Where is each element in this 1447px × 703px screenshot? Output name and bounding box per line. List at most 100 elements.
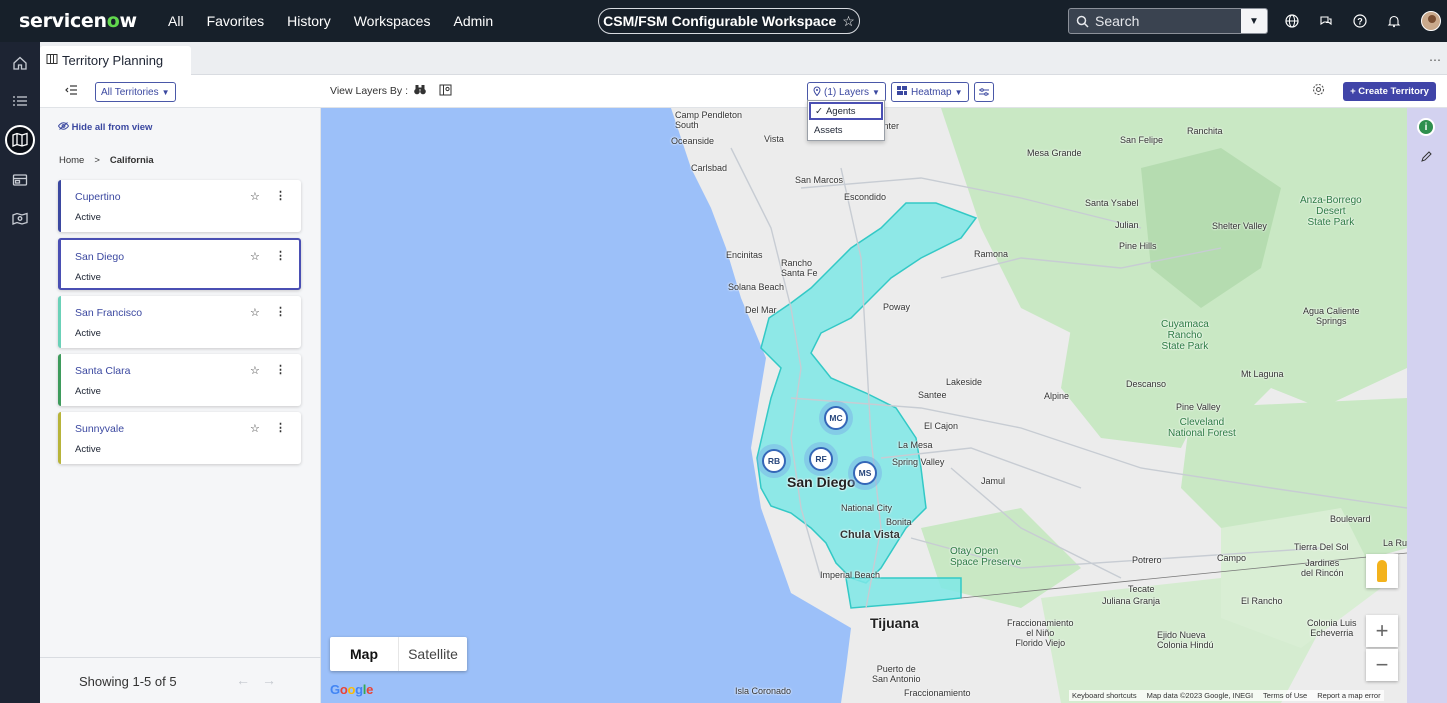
map-label: Agua Caliente Springs [1303,306,1360,326]
territory-status: Active [75,444,101,455]
territory-status: Active [75,386,101,397]
favorite-star-icon[interactable]: ☆ [250,364,260,377]
favorite-star-icon[interactable]: ☆ [250,250,260,263]
tab-territory-planning[interactable]: Territory Planning [40,46,191,75]
map-view-icon[interactable] [439,84,452,99]
favorite-star-icon[interactable]: ☆ [250,422,260,435]
top-nav-bar: servicenow All Favorites History Workspa… [0,0,1447,42]
search-icon [1069,15,1095,28]
user-avatar[interactable] [1421,11,1441,31]
territory-card[interactable]: Sunnyvale Active ☆ ⋮ [58,412,301,464]
more-options-icon[interactable]: ⋮ [275,249,286,262]
search-input[interactable]: Search [1095,13,1241,29]
zoom-out-button[interactable]: − [1366,649,1398,681]
tab-bar: Territory Planning ⋯ [40,42,1447,75]
nav-admin[interactable]: Admin [453,13,493,29]
territory-filter-label: All Territories [101,86,159,98]
map-label: Cuyamaca Rancho State Park [1161,319,1209,352]
breadcrumb-home[interactable]: Home [59,155,84,166]
layers-label: (1) Layers [824,86,870,98]
territory-name[interactable]: Santa Clara [75,365,130,377]
search-scope-dropdown[interactable]: ▼ [1241,9,1267,33]
territory-card[interactable]: Santa Clara Active ☆ ⋮ [58,354,301,406]
nav-history[interactable]: History [287,13,331,29]
agent-pin-rb[interactable]: RB [762,449,786,473]
nav-workspaces[interactable]: Workspaces [354,13,431,29]
global-search[interactable]: Search ▼ [1068,8,1268,34]
more-options-icon[interactable]: ⋮ [275,189,286,202]
report-error-link[interactable]: Report a map error [1317,691,1380,700]
agent-pin-ms[interactable]: MS [853,461,877,485]
more-options-icon[interactable]: ⋮ [275,305,286,318]
map-type-toggle: Map Satellite [330,637,467,671]
info-icon[interactable]: i [1417,118,1435,136]
filter-adjust-icon[interactable] [974,82,994,102]
more-tabs-icon[interactable]: ⋯ [1429,53,1441,67]
map-label: Jardines del Rincón [1301,558,1344,578]
layers-dropdown[interactable]: (1) Layers ▼ [807,82,886,102]
chat-icon[interactable] [1316,11,1336,31]
agent-pin-rf[interactable]: RF [809,447,833,471]
pagination-footer: Showing 1-5 of 5 ← → [40,657,321,703]
territory-map-icon[interactable] [5,125,35,155]
map-label: San Marcos [795,175,844,185]
list-icon[interactable] [9,90,31,112]
help-icon[interactable]: ? [1350,11,1370,31]
next-page-icon[interactable]: → [262,672,276,688]
layer-option-assets[interactable]: Assets [808,121,884,140]
layer-option-agents[interactable]: ✓ Agents [809,102,883,120]
map-label: Del Mar [745,305,777,315]
breadcrumb: Home > California [59,155,154,166]
workspace-pill[interactable]: CSM/FSM Configurable Workspace ☆ [598,8,860,34]
create-territory-button[interactable]: + Create Territory [1343,82,1436,101]
territory-filter-dropdown[interactable]: All Territories ▼ [95,82,176,102]
territory-map[interactable]: Camp Pendleton South Oceanside Vista ley… [321,108,1407,703]
binoculars-icon[interactable] [414,84,426,98]
territory-name[interactable]: Sunnyvale [75,423,124,435]
right-side-rail: i [1407,108,1447,703]
territory-card[interactable]: San Francisco Active ☆ ⋮ [58,296,301,348]
prev-page-icon[interactable]: ← [236,672,250,688]
territory-name[interactable]: Cupertino [75,191,121,203]
terms-link[interactable]: Terms of Use [1263,691,1307,700]
keyboard-shortcuts-link[interactable]: Keyboard shortcuts [1072,691,1137,700]
map-label: Otay Open Space Preserve [950,546,1022,568]
agent-pin-mc[interactable]: MC [824,406,848,430]
settings-gear-icon[interactable] [1312,83,1325,99]
nav-favorites[interactable]: Favorites [207,13,265,29]
territory-card[interactable]: Cupertino Active ☆ ⋮ [58,180,301,232]
territory-name[interactable]: San Diego [75,251,124,263]
map-label: Ramona [974,249,1009,259]
hide-all-link[interactable]: Hide all from view [57,122,152,133]
more-options-icon[interactable]: ⋮ [275,421,286,434]
favorite-star-icon[interactable]: ☆ [842,13,855,30]
territory-name[interactable]: San Francisco [75,307,142,319]
map-type-satellite-button[interactable]: Satellite [399,637,467,671]
favorite-star-icon[interactable]: ☆ [250,190,260,203]
dashboard-icon[interactable] [9,169,31,191]
edit-pencil-icon[interactable] [1420,151,1432,166]
territory-tab-icon [46,53,58,68]
map-label: Juliana Granja [1102,596,1161,606]
favorite-star-icon[interactable]: ☆ [250,306,260,319]
chevron-down-icon: ▼ [161,87,170,97]
map-label: Julian [1115,220,1139,230]
notification-bell-icon[interactable] [1384,11,1404,31]
map-label: Santee [918,390,947,400]
territory-card[interactable]: San Diego Active ☆ ⋮ [58,238,301,290]
pin-icon [813,86,821,99]
nav-all[interactable]: All [168,13,184,29]
globe-icon[interactable] [1282,11,1302,31]
map-label: Ranchita [1187,126,1223,136]
street-view-pegman-icon[interactable] [1366,554,1398,588]
territory-list-panel: Hide all from view Home > California Cup… [40,108,321,703]
more-options-icon[interactable]: ⋮ [275,363,286,376]
home-icon[interactable] [9,52,31,74]
map-label: Lakeside [946,377,983,387]
zoom-in-button[interactable]: + [1366,615,1398,647]
collapse-panel-icon[interactable] [65,83,78,98]
heatmap-dropdown[interactable]: Heatmap ▼ [891,82,969,102]
map-type-map-button[interactable]: Map [330,637,399,671]
servicenow-logo[interactable]: servicenow [19,10,164,32]
agent-map-icon[interactable] [9,208,31,230]
